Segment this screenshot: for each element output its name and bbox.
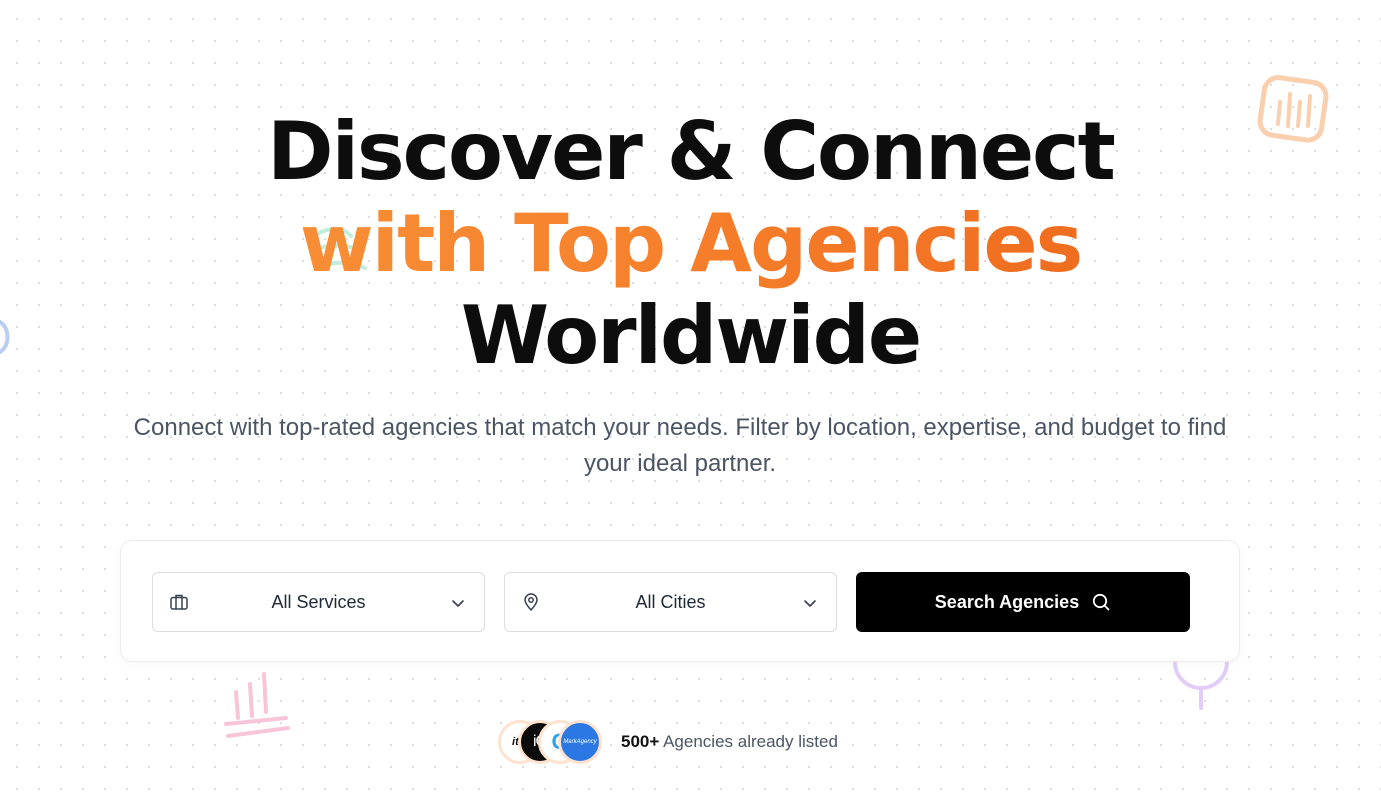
social-proof: ital iO G MarkAgency 500+ Agencies alrea… <box>498 720 838 764</box>
agency-avatars: ital iO G MarkAgency <box>498 720 604 764</box>
hero-line-3: Worldwide <box>460 289 922 382</box>
services-select[interactable]: All Services <box>152 572 485 632</box>
services-select-value: All Services <box>271 591 366 612</box>
chevron-down-icon <box>804 600 816 607</box>
agency-count-label: Agencies already listed <box>663 732 838 751</box>
bar-lines-icon <box>224 672 290 738</box>
search-icon <box>1093 593 1110 611</box>
landing-page: Discover & Connect with Top Agencies Wor… <box>0 0 1381 795</box>
hero-subtitle: Connect with top-rated agencies that mat… <box>133 414 1227 477</box>
avatar: MarkAgency <box>558 720 602 764</box>
hero-heading: Discover & Connect with Top Agencies Wor… <box>0 106 1381 382</box>
search-agencies-button[interactable]: Search Agencies <box>856 572 1190 632</box>
agency-count-text: 500+ Agencies already listed <box>621 732 838 752</box>
chevron-down-icon <box>452 600 464 607</box>
search-agencies-label: Search Agencies <box>934 591 1080 612</box>
agency-count: 500+ <box>621 732 660 751</box>
cities-select[interactable]: All Cities <box>504 572 837 632</box>
hero-line-1: Discover & Connect <box>267 105 1116 198</box>
hero-line-2-accent: with Top Agencies <box>0 198 1381 290</box>
search-card: All Services All Cities Search Agencies <box>120 540 1240 662</box>
cities-select-value: All Cities <box>635 591 706 612</box>
